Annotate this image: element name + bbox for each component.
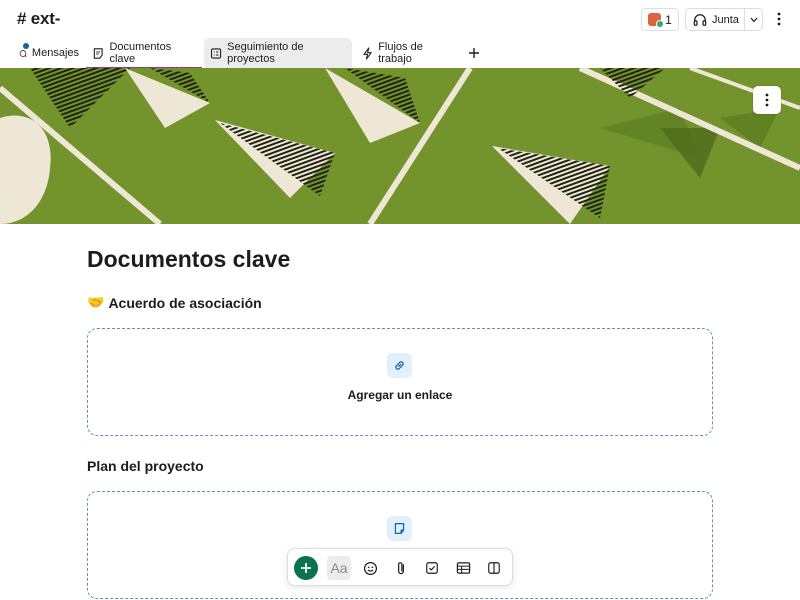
smiley-icon (363, 561, 377, 575)
tab-label: Mensajes (31, 47, 79, 59)
channel-title[interactable]: # ext- (17, 9, 60, 29)
notification-dot (23, 43, 29, 49)
member-avatar (648, 13, 665, 28)
paper-airplanes-illustration (0, 68, 800, 224)
chevron-down-icon (750, 17, 757, 22)
more-vertical-icon (765, 93, 769, 107)
list-tracker-icon (210, 47, 222, 59)
channel-header: # ext- 1 Junta (0, 0, 800, 38)
tab-label: Documentos clave (109, 41, 172, 65)
huddle-button[interactable]: Junta (685, 8, 763, 31)
huddle-start[interactable]: Junta (686, 9, 745, 30)
headphones-icon (693, 13, 707, 26)
tab-label: Flujos de trabajo (378, 41, 423, 65)
layout-button[interactable] (482, 556, 506, 580)
section-heading-text: Acuerdo de asociación (108, 294, 262, 311)
link-placeholder-card[interactable] (87, 328, 713, 436)
checklist-button[interactable] (420, 556, 444, 580)
paperclip-icon (398, 561, 404, 574)
link-icon (395, 361, 404, 370)
add-tab-button[interactable] (466, 44, 482, 62)
tab-mensajes[interactable]: Mensajes (13, 38, 85, 68)
handshake-emoji: 🤝 (87, 294, 105, 310)
add-link-label[interactable]: Agregar un enlace (87, 388, 713, 402)
note-icon (394, 523, 405, 534)
huddle-label: Junta (712, 13, 739, 26)
canvas-banner (0, 68, 800, 224)
columns-layout-icon (488, 562, 500, 574)
document-title[interactable]: Documentos clave (87, 246, 290, 273)
more-vertical-icon (777, 12, 781, 26)
huddle-options[interactable] (745, 9, 762, 30)
add-button[interactable] (294, 556, 318, 580)
table-icon (456, 562, 470, 574)
member-count: 1 (665, 12, 672, 27)
emoji-button[interactable] (358, 556, 382, 580)
tab-flujos-de-trabajo[interactable]: Flujos de trabajo (356, 38, 460, 68)
banner-more-button[interactable] (753, 86, 781, 114)
channel-tabs: Mensajes Documentos clave Seguimiento de… (0, 38, 800, 69)
format-button[interactable]: Aa (327, 556, 351, 580)
add-note-icon-chip[interactable] (387, 516, 412, 541)
tab-seguimiento-de-proyectos[interactable]: Seguimiento de proyectos (204, 38, 352, 68)
section-heading-plan[interactable]: Plan del proyecto (87, 458, 204, 474)
lightning-icon (363, 46, 372, 60)
plus-icon (469, 48, 479, 58)
attach-button[interactable] (389, 556, 413, 580)
canvas-doc-icon (93, 47, 103, 59)
channel-more-button[interactable] (771, 9, 787, 29)
tab-label: Seguimiento de proyectos (227, 41, 304, 65)
table-button[interactable] (451, 556, 475, 580)
members-button[interactable]: 1 (641, 8, 679, 31)
section-heading-text: Plan del proyecto (87, 458, 204, 474)
tab-documentos-clave[interactable]: Documentos clave (86, 38, 202, 69)
plus-icon (301, 563, 311, 573)
canvas-toolbar: Aa (287, 548, 513, 586)
checkbox-icon (426, 562, 438, 574)
section-heading-acuerdo[interactable]: 🤝 Acuerdo de asociación (87, 294, 262, 311)
add-link-icon-chip[interactable] (387, 353, 412, 378)
